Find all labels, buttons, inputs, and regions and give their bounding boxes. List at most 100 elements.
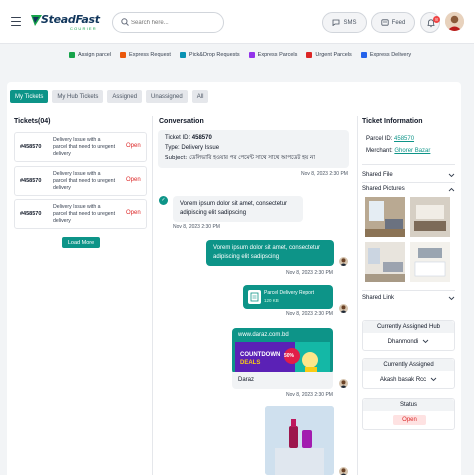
user-avatar-small	[339, 257, 348, 266]
chevron-down-icon	[448, 296, 455, 300]
banner-title: COUNTDOWN	[240, 352, 281, 358]
ticket-type-line: Type: Delivery Issue	[165, 145, 219, 151]
assigned-user-label: Currently Assigned	[363, 359, 454, 371]
hub-value: Dhanmondi	[387, 338, 419, 345]
tab-assigned[interactable]: Assigned	[107, 90, 143, 103]
merchant-label: Merchant:	[366, 148, 393, 154]
quick-label: Express Request	[129, 51, 171, 58]
banner-subtitle: DEALS	[240, 360, 261, 366]
room-photo-icon	[410, 242, 450, 282]
quick-pickdrop-requests[interactable]: Pick&Drop Requests	[179, 51, 240, 58]
feed-icon	[381, 19, 389, 26]
shared-link-toggle[interactable]: Shared Link	[362, 292, 455, 304]
search-input[interactable]	[131, 16, 219, 30]
link-preview[interactable]: www.daraz.com.bd COUNTDOWN DEALS 50%	[232, 328, 333, 385]
ticket-card[interactable]: #458570 Delivery Issue with a parcel tha…	[14, 132, 147, 162]
ticket-status: Open	[126, 143, 141, 149]
merchant-link[interactable]: Ghorer Bazar	[394, 148, 430, 154]
express-delivery-icon	[360, 51, 367, 58]
shared-pictures-toggle[interactable]: Shared Pictures	[362, 183, 455, 195]
shared-picture[interactable]	[365, 197, 405, 237]
parcel-id-link[interactable]: 458570	[394, 136, 414, 142]
column-divider	[152, 116, 153, 475]
shared-picture[interactable]	[410, 242, 450, 282]
steadfast-logo[interactable]: SteadFast COURIER	[30, 13, 100, 33]
shared-picture[interactable]	[410, 197, 450, 237]
load-more-button[interactable]: Load More	[62, 237, 100, 248]
ticket-info-title: Ticket Information	[362, 118, 423, 125]
conversation-title: Conversation	[159, 118, 204, 125]
link-caption-box: Daraz	[232, 372, 333, 389]
document-icon	[248, 290, 261, 304]
ticket-type-value: Delivery Issue	[181, 145, 220, 151]
shared-pictures-label: Shared Pictures	[362, 186, 405, 192]
user-avatar[interactable]	[445, 12, 464, 31]
chevron-up-icon	[448, 187, 455, 191]
ticket-status: Open	[126, 210, 141, 216]
quick-actions-bar: Assign parcel Express Request Pick&Drop …	[69, 49, 420, 60]
ticket-id: #458570	[20, 144, 42, 150]
column-divider	[357, 116, 358, 475]
status-badge[interactable]: Open	[393, 415, 426, 425]
shared-file-label: Shared File	[362, 172, 393, 178]
ticket-tabs: My Tickets My Hub Tickets Assigned Unass…	[10, 90, 209, 103]
ticket-subject-label: Subject:	[165, 155, 188, 161]
sms-button[interactable]: SMS	[322, 12, 367, 33]
tab-my-tickets[interactable]: My Tickets	[10, 90, 49, 103]
tickets-title: Tickets(04)	[14, 118, 51, 125]
urgent-parcels-icon	[306, 51, 313, 58]
quick-label: Express Delivery	[369, 51, 412, 58]
quick-assign-parcel[interactable]: Assign parcel	[69, 51, 112, 58]
quick-urgent-parcels[interactable]: Urgent Parcels	[306, 51, 352, 58]
file-attachment[interactable]: Parcel Delivery Report 120 KB	[243, 285, 333, 309]
room-photo-icon	[410, 197, 450, 237]
feed-button[interactable]: Feed	[371, 12, 415, 33]
ticket-type-label: Type:	[165, 145, 180, 151]
tab-unassigned[interactable]: Unassigned	[146, 90, 188, 103]
quick-express-parcels[interactable]: Express Parcels	[248, 51, 298, 58]
logo-title: SteadFast	[41, 13, 100, 26]
quick-label: Assign parcel	[78, 51, 112, 58]
message-timestamp: Nov 8, 2023 2:30 PM	[173, 224, 220, 230]
ticket-id: #458570	[20, 211, 42, 217]
quick-label: Urgent Parcels	[315, 51, 352, 58]
shared-picture[interactable]	[365, 242, 405, 282]
menu-icon[interactable]	[11, 17, 21, 26]
banner-percent: 50%	[284, 353, 295, 359]
room-photo-icon	[365, 242, 405, 282]
user-avatar-small	[339, 379, 348, 388]
assignee-select[interactable]: Akash basak Rcc	[363, 371, 454, 388]
avatar-icon	[340, 380, 347, 388]
chevron-down-icon	[448, 173, 455, 177]
ticket-id-label: Ticket ID:	[165, 135, 191, 141]
image-attachment[interactable]	[265, 406, 334, 475]
ticket-description: Delivery Issue with a parcel that need t…	[53, 137, 116, 157]
link-caption: Daraz	[238, 377, 255, 383]
ticket-info-box: Ticket ID: 458570 Type: Delivery Issue S…	[158, 130, 349, 168]
ticket-status: Open	[126, 177, 141, 183]
top-bar: SteadFast COURIER SMS Feed 8	[0, 0, 474, 44]
avatar-icon	[445, 12, 464, 31]
user-avatar-small	[339, 304, 348, 313]
quick-express-request[interactable]: Express Request	[120, 51, 171, 58]
tab-all[interactable]: All	[191, 90, 209, 103]
quick-label: Express Parcels	[257, 51, 298, 58]
express-parcels-icon	[248, 51, 255, 58]
quick-express-delivery[interactable]: Express Delivery	[360, 51, 412, 58]
tab-my-hub-tickets[interactable]: My Hub Tickets	[52, 90, 104, 103]
message-timestamp: Nov 8, 2023 2:30 PM	[286, 311, 333, 317]
ticket-card[interactable]: #458570 Delivery Issue with a parcel tha…	[14, 199, 147, 229]
ticket-id: #458570	[20, 178, 42, 184]
assign-parcel-icon	[69, 51, 75, 58]
divider-line	[362, 290, 455, 291]
notification-button[interactable]: 8	[420, 12, 440, 33]
hub-select[interactable]: Dhanmondi	[363, 333, 454, 350]
user-avatar-small	[339, 467, 348, 475]
file-name: Parcel Delivery Report	[264, 290, 315, 296]
search-bar[interactable]	[112, 12, 224, 33]
shared-file-toggle[interactable]: Shared File	[362, 169, 455, 181]
divider-line	[362, 164, 455, 165]
product-photo-icon	[265, 406, 334, 475]
ticket-card[interactable]: #458570 Delivery Issue with a parcel tha…	[14, 166, 147, 196]
chat-icon	[333, 19, 340, 26]
